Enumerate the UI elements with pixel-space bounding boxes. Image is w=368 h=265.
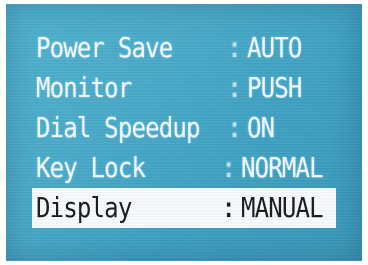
menu-item-separator: : (226, 31, 243, 64)
menu-item-separator: : (226, 111, 243, 144)
menu-item-label: Monitor (36, 71, 132, 104)
menu-item-value: PUSH (247, 71, 302, 104)
menu-item-dial-speedup[interactable]: Dial Speedup : ON (36, 108, 336, 148)
menu-item-power-save[interactable]: Power Save : AUTO (36, 28, 336, 68)
menu-item-label: Key Lock (36, 151, 146, 184)
menu-item-key-lock[interactable]: Key Lock : NORMAL (36, 148, 336, 188)
menu-item-value: ON (247, 111, 275, 144)
menu-item-separator: : (226, 71, 243, 104)
menu-item-value: NORMAL (240, 151, 324, 184)
lcd-screen: Power Save : AUTO Monitor : PUSH Dial Sp… (6, 4, 362, 261)
menu-item-label: Display (36, 191, 132, 224)
menu-item-display[interactable]: Display : MANUAL (32, 188, 336, 228)
menu-item-separator: : (220, 191, 237, 224)
settings-menu: Power Save : AUTO Monitor : PUSH Dial Sp… (32, 28, 336, 228)
menu-item-label: Dial Speedup (36, 111, 201, 144)
menu-item-separator: : (220, 151, 237, 184)
menu-item-value: AUTO (247, 31, 302, 64)
menu-item-monitor[interactable]: Monitor : PUSH (36, 68, 336, 108)
menu-item-label: Power Save (36, 31, 173, 64)
menu-item-value: MANUAL (240, 191, 324, 224)
